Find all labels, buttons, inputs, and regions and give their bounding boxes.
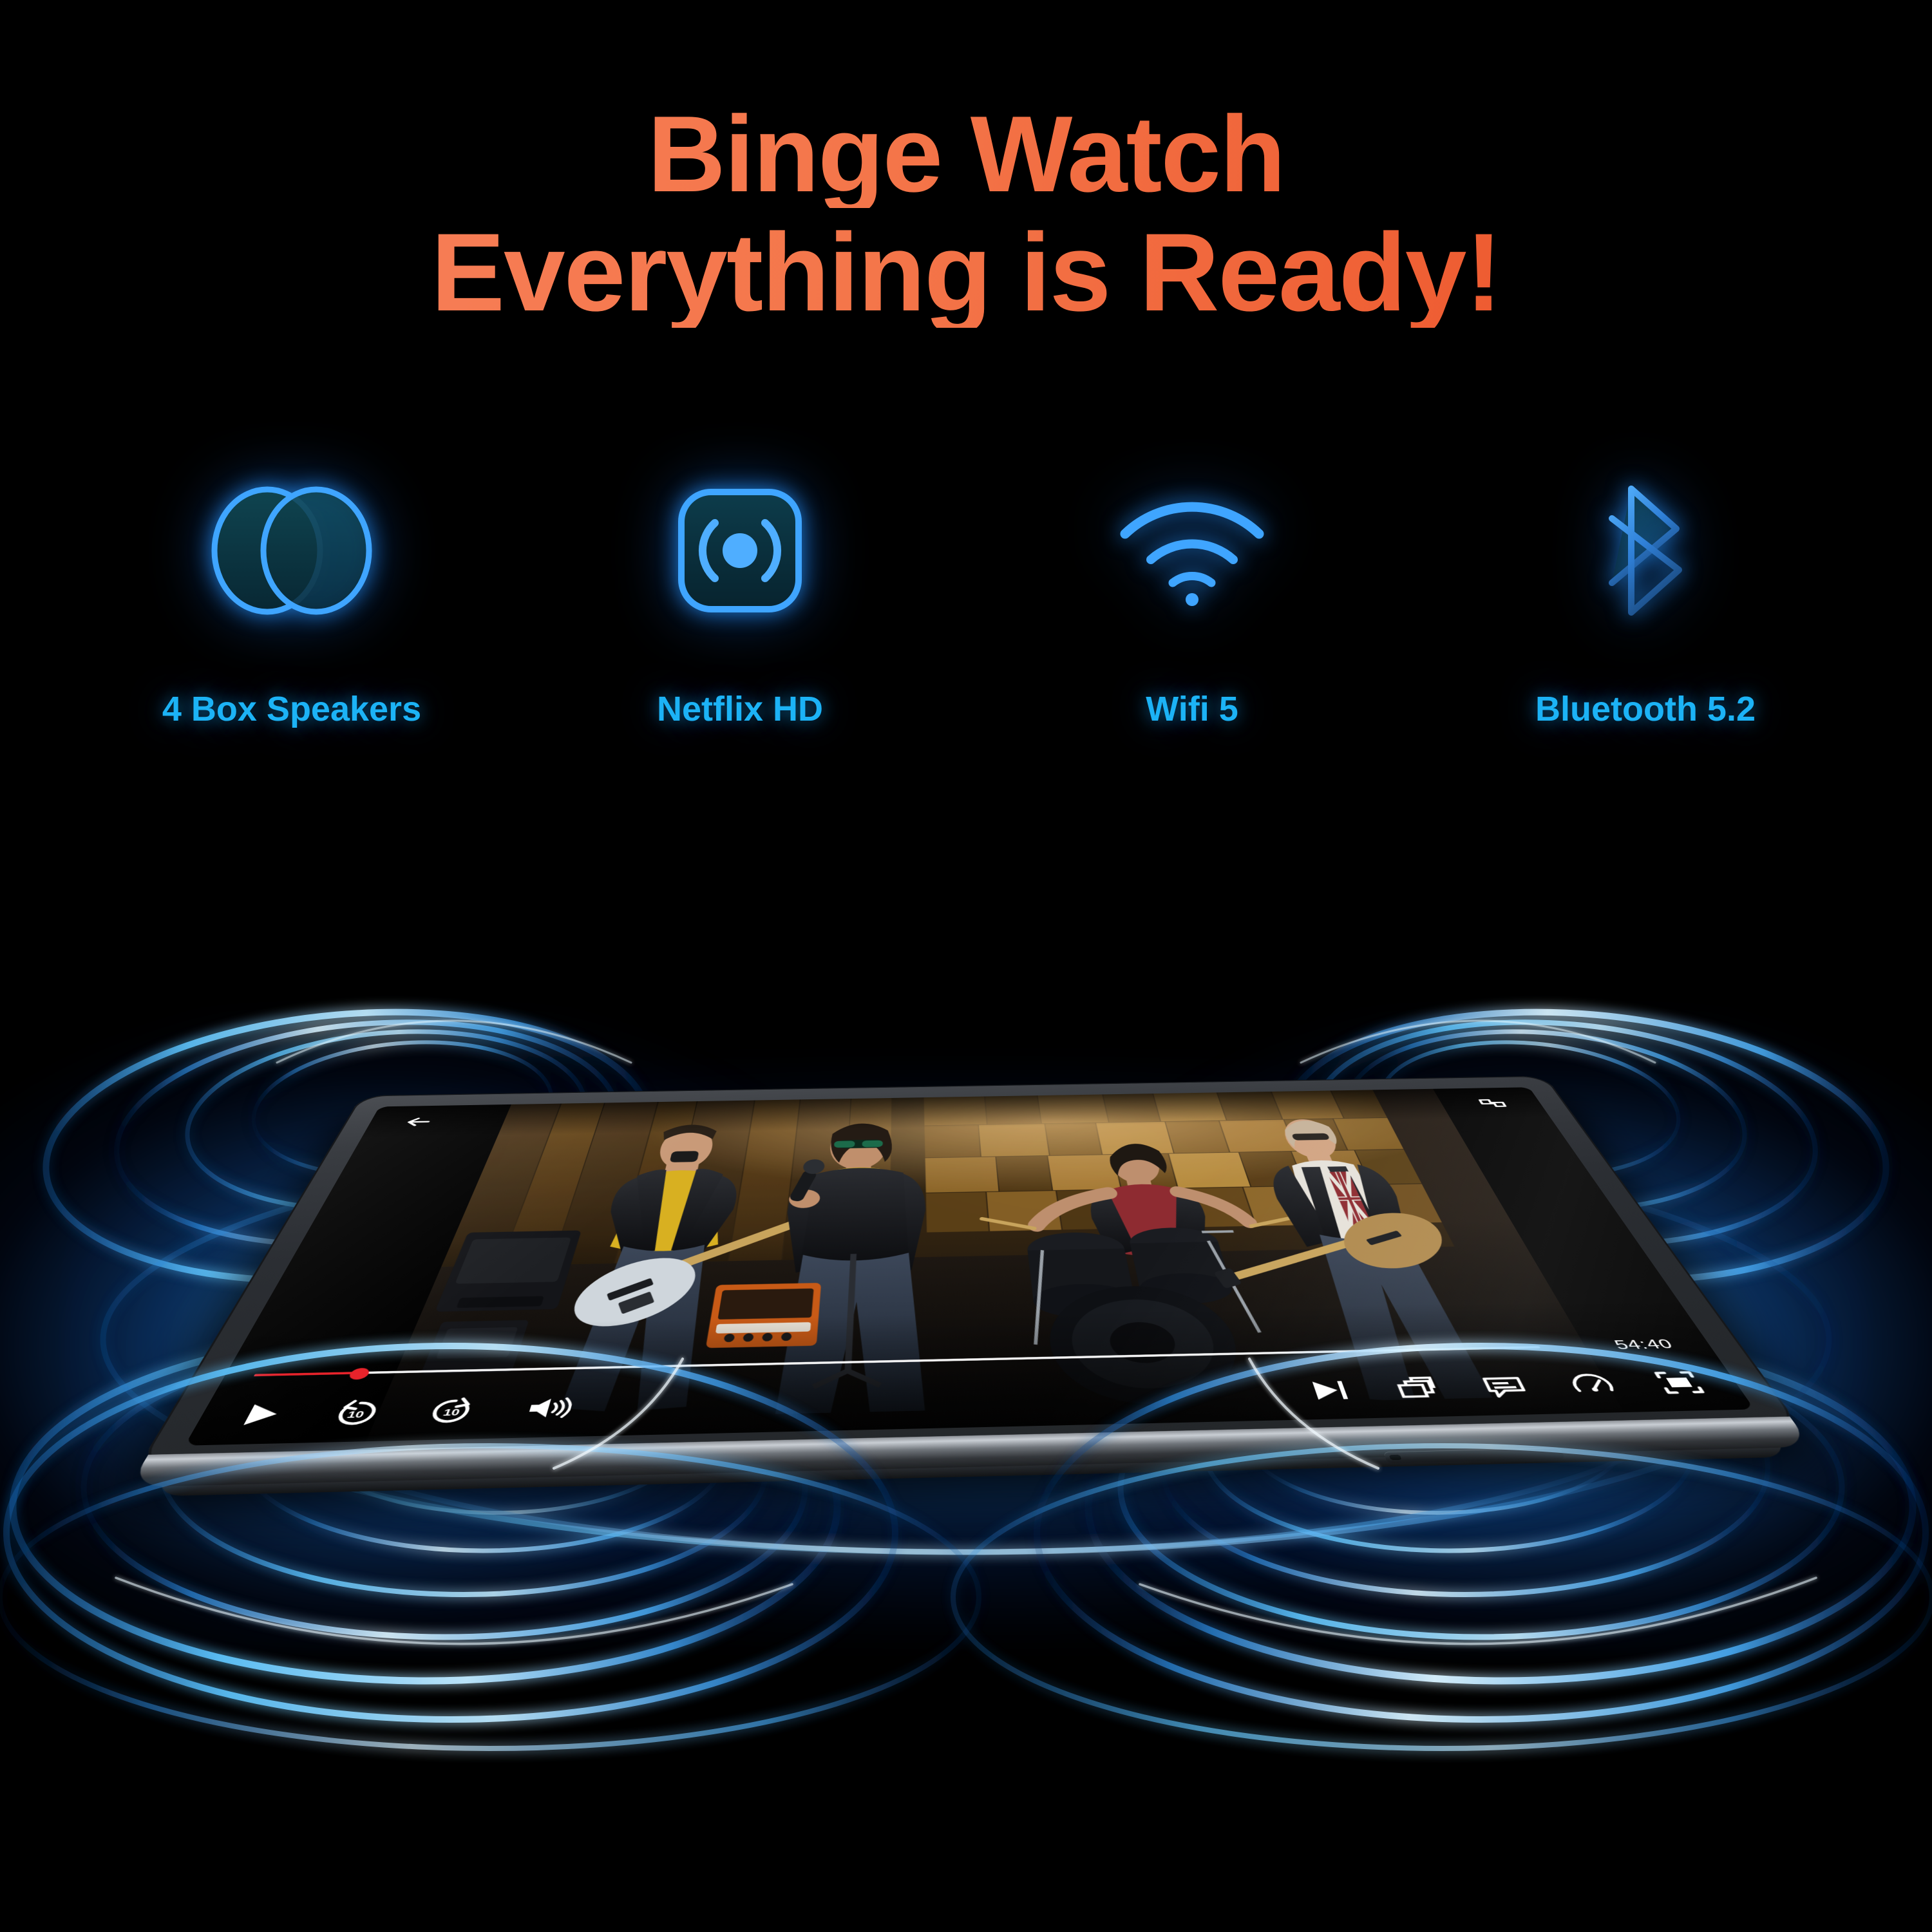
rewind-10-button[interactable]: 10 (326, 1397, 387, 1428)
feature-label-wifi: Wifi 5 (1146, 690, 1238, 728)
feature-list: 4 Box Speakers Netflix HD Wifi 5 Bluetoo… (77, 477, 1855, 773)
headline-line-1: Binge Watch (0, 100, 1932, 208)
player-left-controls: 10 10 (229, 1392, 575, 1430)
feature-label-netflix: Netflix HD (656, 690, 824, 728)
streaming-broadcast-icon (672, 477, 808, 625)
progress-fill (253, 1372, 361, 1377)
subtitles-button[interactable] (1475, 1372, 1535, 1402)
progress-bar[interactable] (253, 1345, 1541, 1380)
next-track-button[interactable] (1302, 1376, 1358, 1406)
overlapping-speakers-icon (195, 477, 388, 625)
play-button[interactable] (229, 1399, 292, 1430)
tablet-device: 54:40 10 10 (129, 1075, 1812, 1497)
time-remaining-label: 54:40 (1611, 1336, 1677, 1352)
promo-banner: Binge Watch Everything is Ready! 4 Box S… (0, 0, 1932, 1932)
playback-speed-button[interactable] (1562, 1370, 1624, 1400)
volume-button[interactable] (520, 1392, 576, 1424)
tablet-scene: 54:40 10 10 (0, 850, 1932, 1816)
forward-10-label: 10 (441, 1407, 461, 1418)
feature-item-bluetooth: Bluetooth 5.2 (1423, 477, 1868, 773)
wifi-icon (1115, 477, 1269, 625)
player-right-controls (1302, 1368, 1711, 1406)
band-performers (421, 1119, 1494, 1419)
page-title: Binge Watch Everything is Ready! (0, 100, 1932, 328)
progress-thumb[interactable] (346, 1368, 371, 1380)
headline-line-2: Everything is Ready! (0, 217, 1932, 328)
progress-track (253, 1346, 1541, 1377)
feature-label-speakers: 4 Box Speakers (162, 690, 422, 728)
feature-item-speakers: 4 Box Speakers (70, 477, 514, 773)
forward-10-button[interactable]: 10 (423, 1394, 482, 1426)
feature-item-netflix: Netflix HD (518, 477, 962, 773)
multi-window-button[interactable] (1388, 1374, 1446, 1404)
bluetooth-icon (1581, 477, 1710, 625)
feature-label-bluetooth: Bluetooth 5.2 (1535, 690, 1756, 728)
rewind-10-label: 10 (345, 1410, 366, 1421)
fullscreen-button[interactable] (1647, 1368, 1711, 1398)
feature-item-wifi: Wifi 5 (970, 477, 1414, 773)
